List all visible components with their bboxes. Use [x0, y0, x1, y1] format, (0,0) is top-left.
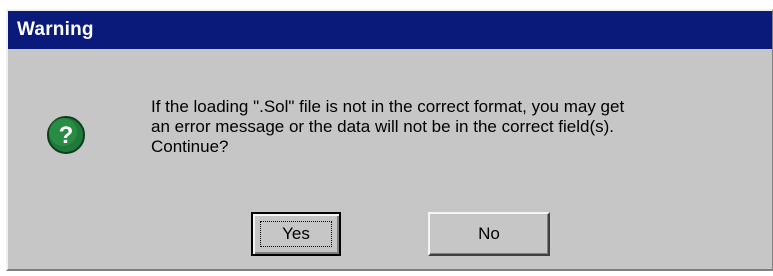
title-bar[interactable]: Warning: [8, 11, 772, 49]
yes-button[interactable]: Yes: [251, 212, 341, 256]
focus-ring: [260, 221, 332, 247]
no-button-label: No: [478, 224, 500, 243]
window-title: Warning: [17, 19, 94, 40]
question-icon: ?: [47, 116, 85, 154]
warning-dialog: Warning ? If the loading ".Sol" file is …: [6, 9, 773, 271]
message-line-1: If the loading ".Sol" file is not in the…: [151, 97, 625, 116]
message-line-3: Continue?: [151, 137, 229, 156]
message-line-2: an error message or the data will not be…: [151, 117, 614, 136]
question-glyph: ?: [59, 122, 74, 149]
no-button[interactable]: No: [428, 212, 550, 256]
warning-message: If the loading ".Sol" file is not in the…: [151, 97, 751, 157]
